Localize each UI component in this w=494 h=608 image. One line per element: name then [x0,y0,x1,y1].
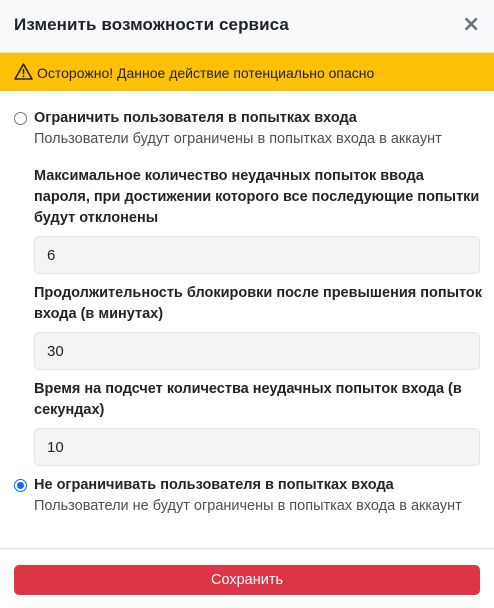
no-limit-title[interactable]: Не ограничивать пользователя в попытках … [34,477,394,493]
counting-window-input[interactable] [34,428,480,466]
no-limit-description: Пользователи не будут ограничены в попыт… [34,498,462,514]
modal-title: Изменить возможности сервиса [14,15,289,34]
lockout-duration-label: Продолжительность блокировки после превы… [34,285,483,322]
warning-alert: Осторожно! Данное действие потенциально … [0,53,494,91]
no-limit-radio[interactable] [14,479,27,492]
lockout-duration-input[interactable] [34,332,480,370]
counting-window-label: Время на подсчет количества неудачных по… [34,381,462,418]
max-failed-attempts-label: Максимальное количество неудачных попыто… [34,168,480,226]
warning-triangle-icon [14,63,33,80]
footer-divider [0,548,494,549]
limit-attempts-title[interactable]: Ограничить пользователя в попытках входа [34,110,357,126]
limit-attempts-description: Пользователи будут ограничены в попытках… [34,131,442,147]
modal-dialog: Изменить возможности сервиса × Осторожно… [0,0,494,608]
warning-text: Осторожно! Данное действие потенциально … [37,65,375,81]
save-button[interactable]: Сохранить [14,565,480,595]
limit-attempts-radio[interactable] [14,112,27,125]
modal-header: Изменить возможности сервиса × [0,0,494,53]
max-failed-attempts-input[interactable] [34,236,480,274]
close-icon[interactable]: × [462,14,480,38]
